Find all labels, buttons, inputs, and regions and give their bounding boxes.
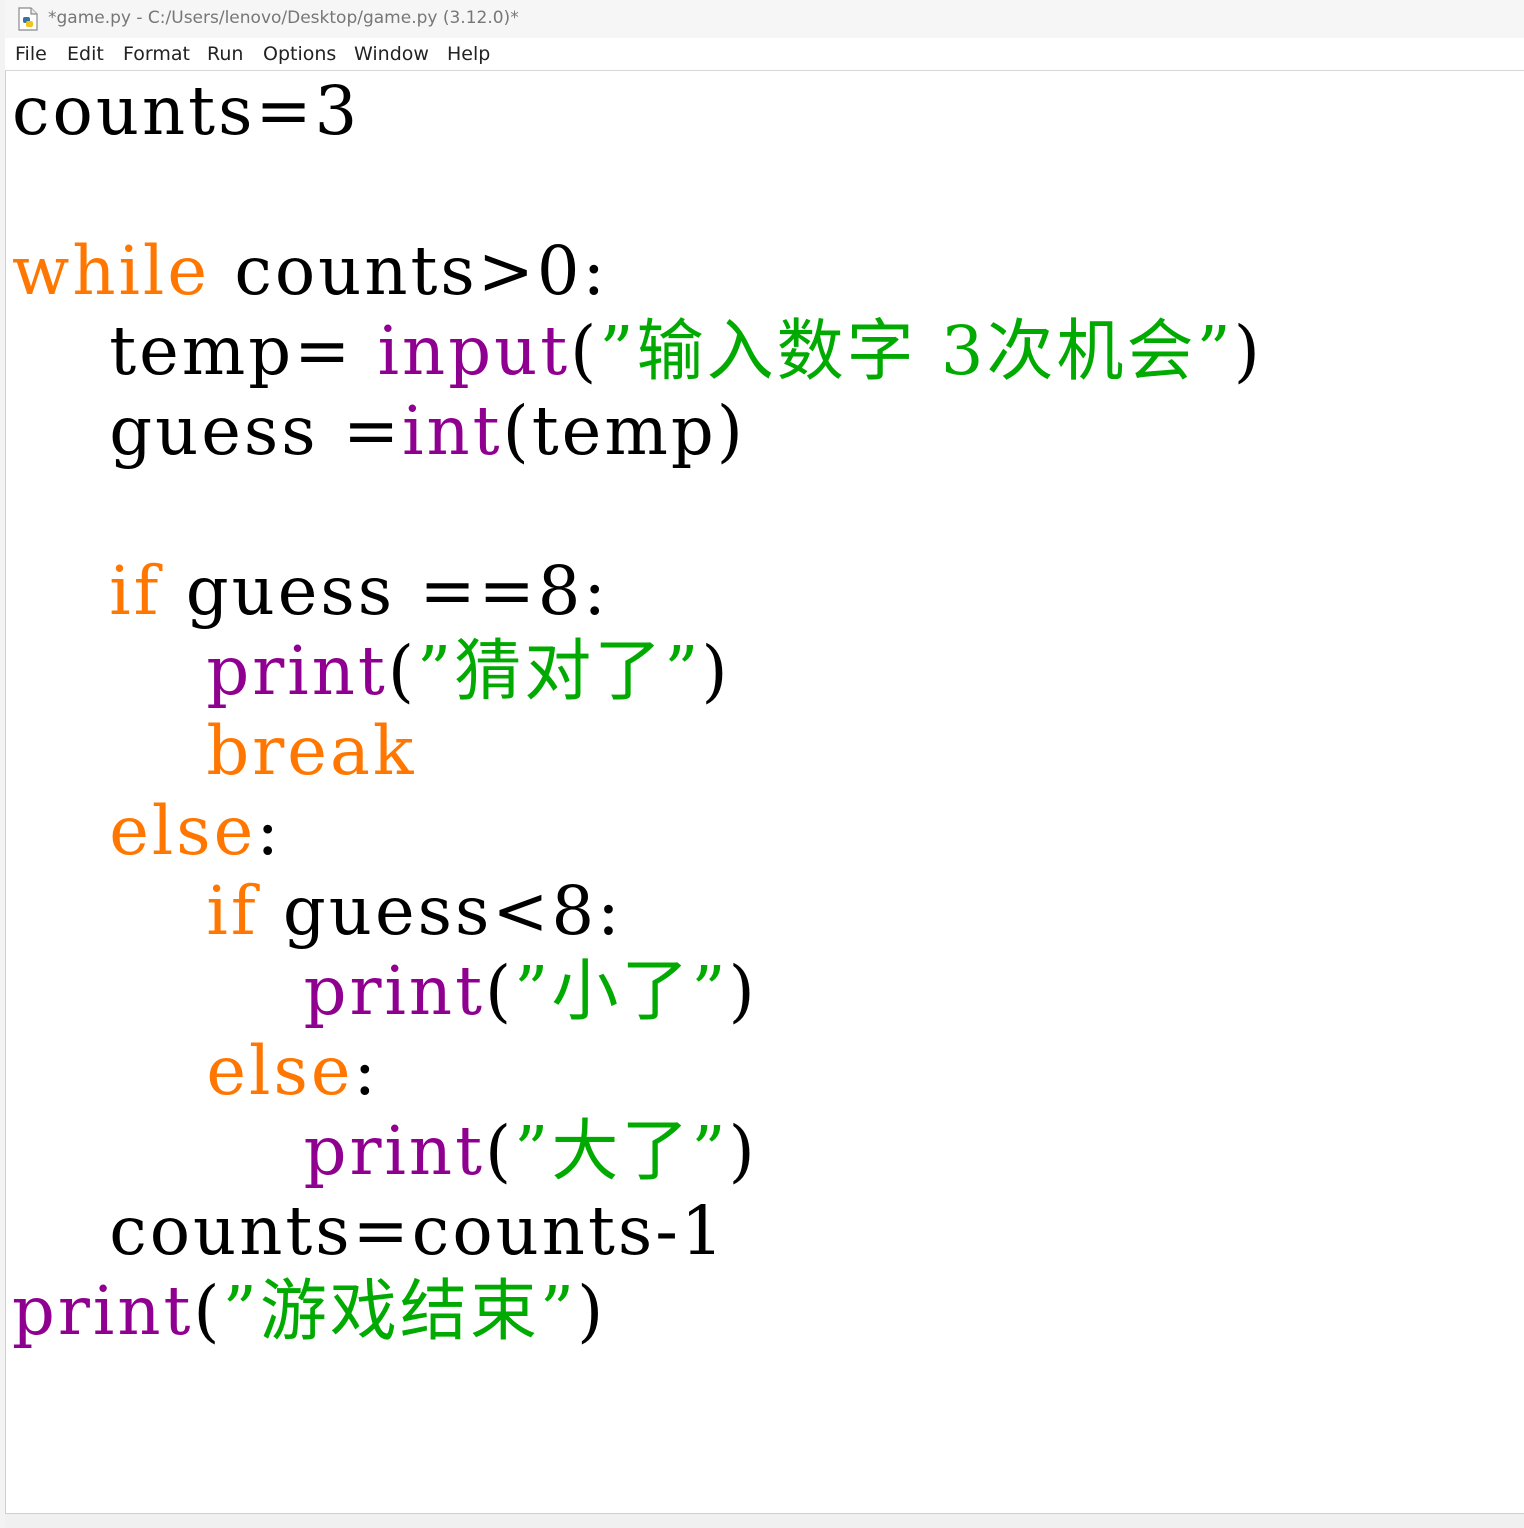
menu-format[interactable]: Format: [123, 43, 190, 65]
code-token: guess =: [12, 392, 403, 470]
code-token: ): [728, 952, 758, 1030]
code-token: (: [485, 1112, 515, 1190]
code-line: temp= input(”输入数字 3次机会”): [12, 311, 1263, 391]
status-bar: [5, 1513, 1524, 1528]
code-line: break: [12, 711, 1263, 791]
code-token: ”输入数字 3次机会”: [599, 312, 1234, 390]
code-text-area[interactable]: counts=3 while counts>0: temp= input(”输入…: [12, 71, 1263, 1351]
menu-bar: File Edit Format Run Options Window Help: [5, 38, 1524, 71]
code-token: (: [570, 312, 600, 390]
code-token: break: [206, 712, 417, 790]
code-token: counts=3: [12, 72, 361, 150]
python-file-icon: [17, 7, 39, 31]
code-token: if: [206, 872, 259, 950]
code-editor[interactable]: counts=3 while counts>0: temp= input(”输入…: [6, 71, 1524, 1513]
code-token: :: [353, 1032, 380, 1110]
menu-window[interactable]: Window: [354, 43, 429, 65]
code-line: guess =int(temp): [12, 391, 1263, 471]
code-line: else:: [12, 1031, 1263, 1111]
code-line: while counts>0:: [12, 231, 1263, 311]
code-line: if guess<8:: [12, 871, 1263, 951]
code-token: guess<8:: [258, 872, 623, 950]
code-line: print(”猜对了”): [12, 631, 1263, 711]
code-token: else: [109, 792, 257, 870]
code-token: int: [402, 392, 503, 470]
code-token: (: [193, 1272, 223, 1350]
code-token: ): [577, 1272, 607, 1350]
code-token: guess ==8:: [161, 552, 609, 630]
code-token: ”小了”: [514, 952, 729, 1030]
code-token: counts>0:: [210, 232, 609, 310]
code-token: print: [12, 1272, 194, 1350]
code-token: print: [303, 952, 485, 1030]
code-token: input: [377, 312, 571, 390]
code-token: ): [1233, 312, 1263, 390]
code-token: (temp): [502, 392, 746, 470]
code-token: while: [12, 232, 211, 310]
code-token: if: [109, 552, 162, 630]
code-line: print(”游戏结束”): [12, 1271, 1263, 1351]
code-token: ”游戏结束”: [222, 1272, 578, 1350]
code-token: ”猜对了”: [416, 632, 702, 710]
code-token: counts=counts-1: [12, 1192, 727, 1270]
code-token: ”大了”: [514, 1112, 729, 1190]
code-token: (: [485, 952, 515, 1030]
menu-options[interactable]: Options: [263, 43, 336, 65]
code-line: else:: [12, 791, 1263, 871]
code-token: (: [387, 632, 417, 710]
code-line: counts=counts-1: [12, 1191, 1263, 1271]
code-token: :: [256, 792, 282, 870]
menu-help[interactable]: Help: [447, 43, 490, 65]
idle-editor-window: *game.py - C:/Users/lenovo/Desktop/game.…: [0, 0, 1524, 1528]
code-line: if guess ==8:: [12, 551, 1263, 631]
code-token: ): [728, 1112, 758, 1190]
title-bar[interactable]: *game.py - C:/Users/lenovo/Desktop/game.…: [5, 0, 1524, 38]
code-token: print: [303, 1112, 485, 1190]
code-token: else: [206, 1032, 354, 1110]
code-line: counts=3: [12, 71, 1263, 151]
window-title: *game.py - C:/Users/lenovo/Desktop/game.…: [48, 8, 519, 28]
menu-edit[interactable]: Edit: [67, 43, 104, 65]
code-line: print(”大了”): [12, 1111, 1263, 1191]
code-token: ): [701, 632, 731, 710]
menu-file[interactable]: File: [15, 43, 47, 65]
code-token: print: [206, 632, 388, 710]
code-token: temp=: [12, 312, 378, 390]
code-line: print(”小了”): [12, 951, 1263, 1031]
menu-run[interactable]: Run: [207, 43, 243, 65]
